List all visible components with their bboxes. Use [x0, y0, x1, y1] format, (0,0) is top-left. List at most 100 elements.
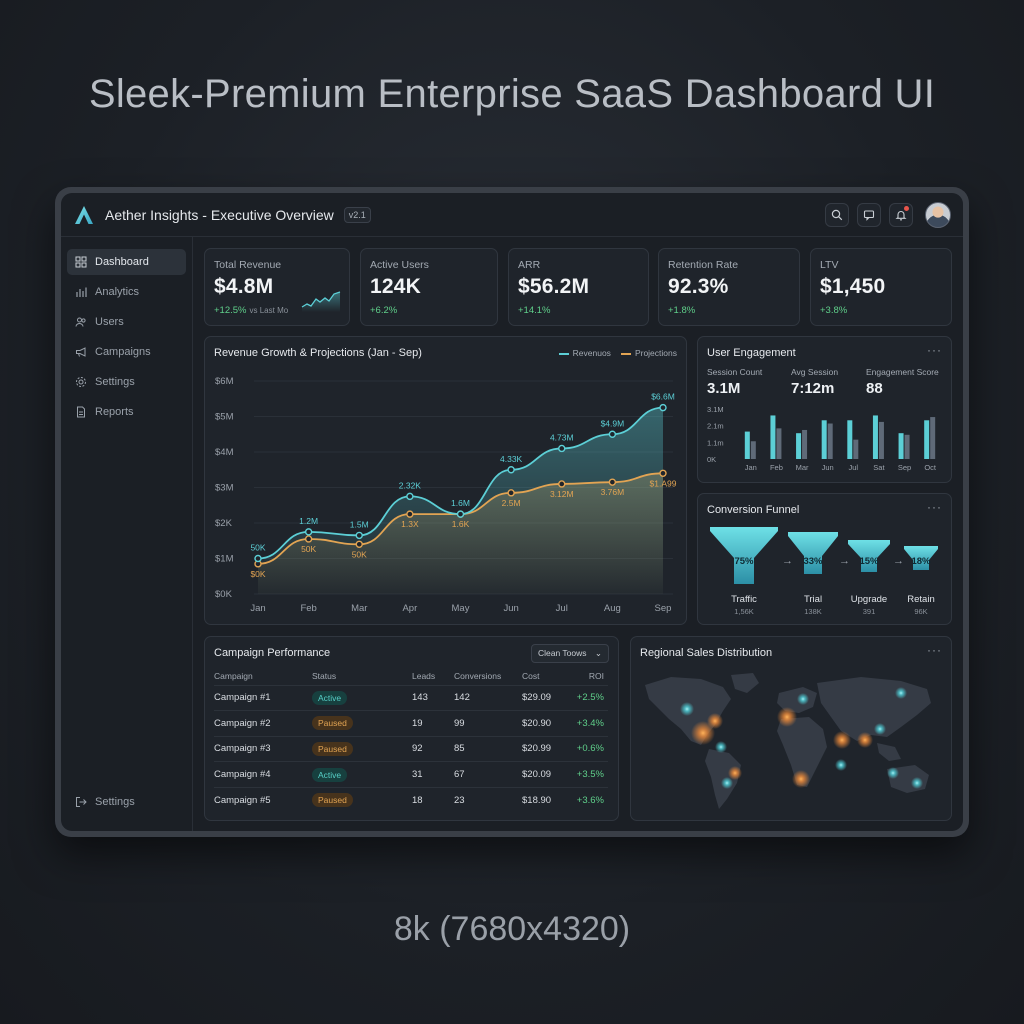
- y-tick-label: $3M: [215, 483, 234, 494]
- cell-leads: 143: [412, 684, 454, 711]
- stage-count: 1,56K: [734, 607, 754, 616]
- campaign-performance-card: Campaign Performance Clean Toows ⌄ Campa…: [204, 636, 619, 821]
- kpi-delta-note: vs Last Mo: [249, 306, 289, 315]
- cell-cost: $20.99: [522, 735, 572, 762]
- x-tick-label: Mar: [351, 603, 367, 614]
- cell-conversions: 85: [454, 735, 522, 762]
- table-header-row: Campaign Status Leads Conversions Cost R…: [214, 667, 608, 685]
- messages-button[interactable]: [857, 202, 881, 227]
- kpi-card-ltv[interactable]: LTV $1,450 +3.8%: [810, 248, 952, 326]
- funnel-label-upgrade: Upgrade 391: [839, 594, 899, 616]
- kpi-delta: +12.5% vs Last Mo: [214, 305, 288, 316]
- col-roi: ROI: [588, 670, 604, 681]
- table-row[interactable]: Campaign #4 Active 31 67 $20.09 +3.5%: [214, 761, 608, 788]
- resolution-caption: 8k (7680x4320): [393, 910, 631, 948]
- sidebar-item-label: Dashboard: [95, 256, 149, 268]
- data-point: [608, 430, 617, 438]
- cell-status: Paused: [312, 710, 412, 737]
- cell-leads: 19: [412, 710, 454, 737]
- conversion-funnel-card: Conversion Funnel ··· 75% → 33% → 15% → …: [697, 493, 952, 625]
- status-badge: Paused: [312, 741, 353, 756]
- campaign-table: Campaign Status Leads Conversions Cost R…: [214, 667, 608, 813]
- data-point: [355, 540, 363, 549]
- y-tick-label: 1.1m: [707, 438, 724, 447]
- table-row[interactable]: Campaign #3 Paused 92 85 $20.99 +0.6%: [214, 735, 608, 762]
- col-conversions: Conversions: [454, 670, 502, 681]
- campaign-title: Campaign Performance: [214, 647, 331, 659]
- table-row[interactable]: Campaign #1 Active 143 142 $29.09 +2.5%: [214, 684, 608, 711]
- sidebar-item-reports[interactable]: Reports: [67, 399, 186, 425]
- data-label: 1.6M: [451, 498, 470, 508]
- device-frame: Aether Insights - Executive Overview v2.…: [55, 187, 969, 837]
- y-tick-label: 3.1M: [707, 405, 724, 414]
- sidebar-item-label: Analytics: [95, 286, 140, 298]
- sidebar-item-users[interactable]: Users: [67, 309, 186, 335]
- bar: [802, 429, 808, 459]
- data-label: 2.5M: [502, 498, 521, 508]
- data-label: $1.A99: [650, 478, 677, 488]
- hotspot-marker: [792, 770, 810, 788]
- users-icon: [75, 317, 86, 327]
- message-icon: [863, 209, 875, 221]
- bar: [930, 417, 936, 459]
- sidebar-item-bottom-settings[interactable]: Settings: [67, 789, 186, 815]
- greenland: [731, 673, 759, 693]
- filter-dropdown[interactable]: Clean Toows ⌄: [530, 644, 609, 663]
- kpi-label: Active Users: [370, 259, 429, 271]
- funnel-pct-trial: 33%: [803, 556, 823, 567]
- data-label: 50K: [352, 549, 367, 559]
- search-icon: [831, 209, 843, 220]
- table-row[interactable]: Campaign #2 Paused 19 99 $20.90 +3.4%: [214, 710, 608, 737]
- stage-count: 391: [862, 607, 876, 616]
- user-avatar[interactable]: [925, 201, 951, 228]
- data-label: $0K: [250, 569, 265, 579]
- kpi-delta-value: +12.5%: [214, 305, 247, 316]
- table-row[interactable]: Campaign #5 Paused 18 23 $18.90 +3.6%: [214, 786, 608, 813]
- stage-count: 96K: [914, 607, 928, 616]
- stage-name: Retain: [907, 594, 935, 605]
- search-button[interactable]: [825, 202, 849, 227]
- sidebar-item-dashboard[interactable]: Dashboard: [67, 249, 186, 275]
- cell-campaign: Campaign #4: [214, 761, 312, 788]
- stage-name: Traffic: [731, 594, 757, 605]
- kpi-card-arr[interactable]: ARR $56.2M +14.1%: [508, 248, 649, 326]
- filter-value: Clean Toows: [537, 648, 587, 658]
- kpi-card-active-users[interactable]: Active Users 124K +6.2%: [360, 248, 498, 326]
- stage-name: Trial: [803, 594, 823, 605]
- kpi-card-retention-rate[interactable]: Retention Rate 92.3% +1.8%: [658, 248, 800, 326]
- asia: [817, 677, 931, 741]
- bar-chart-icon: [76, 287, 87, 297]
- kpi-card-total-revenue[interactable]: Total Revenue $4.8M +12.5% vs Last Mo: [204, 248, 350, 326]
- regional-sales-card: Regional Sales Distribution ···: [630, 636, 952, 821]
- cell-roi: +0.6%: [572, 735, 608, 762]
- data-label: 1.6K: [452, 519, 470, 529]
- cell-roi: +3.4%: [572, 710, 608, 737]
- sidebar-item-label: Settings: [95, 796, 135, 808]
- data-point: [659, 469, 667, 478]
- sidebar-item-analytics[interactable]: Analytics: [67, 279, 186, 305]
- x-tick-label: Feb: [770, 463, 783, 472]
- bar: [827, 423, 833, 459]
- cell-leads: 92: [412, 735, 454, 762]
- data-point: [304, 535, 313, 543]
- notifications-button[interactable]: [889, 202, 913, 227]
- data-label: 4.33K: [500, 454, 523, 464]
- col-campaign: Campaign: [214, 670, 253, 681]
- hotspot-marker: [835, 759, 847, 771]
- kpi-delta: +6.2%: [370, 305, 398, 316]
- data-point: [507, 489, 515, 497]
- cell-campaign: Campaign #1: [214, 684, 312, 711]
- sidebar-item-campaigns[interactable]: Campaigns: [67, 339, 186, 365]
- data-label: $6.6M: [651, 392, 675, 402]
- data-label: 3.12M: [550, 489, 574, 499]
- sidebar-item-label: Reports: [95, 406, 134, 418]
- data-label: $4.9M: [601, 418, 625, 428]
- cell-campaign: Campaign #3: [214, 735, 312, 762]
- y-tick-label: $6M: [215, 376, 234, 387]
- x-tick-label: Aug: [604, 603, 621, 614]
- x-tick-label: May: [452, 603, 470, 614]
- sidebar-item-settings[interactable]: Settings: [67, 369, 186, 395]
- cell-campaign: Campaign #5: [214, 786, 312, 813]
- app-screen: Aether Insights - Executive Overview v2.…: [61, 193, 963, 831]
- hotspot-marker: [777, 707, 797, 727]
